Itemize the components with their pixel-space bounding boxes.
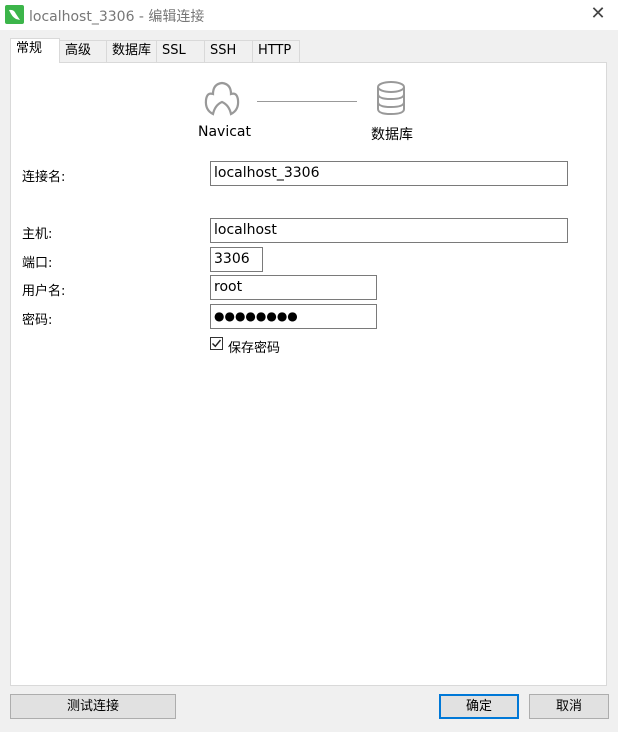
title-bar: localhost_3306 - 编辑连接 ✕ (0, 0, 618, 30)
host-input[interactable]: localhost (210, 218, 568, 243)
close-icon[interactable]: ✕ (586, 2, 610, 26)
general-panel (10, 62, 607, 686)
cancel-button[interactable]: 取消 (529, 694, 609, 719)
ok-button[interactable]: 确定 (439, 694, 519, 719)
user-label: 用户名: (22, 284, 66, 299)
navicat-app-icon (5, 5, 24, 24)
tab-general[interactable]: 常规 (10, 38, 60, 63)
port-input[interactable]: 3306 (210, 247, 263, 272)
conn-name-input[interactable]: localhost_3306 (210, 161, 568, 186)
navicat-icon (204, 81, 240, 116)
save-password-checkbox[interactable] (210, 337, 223, 350)
tab-databases[interactable]: 数据库 (106, 40, 157, 62)
tab-http[interactable]: HTTP (252, 40, 300, 62)
port-label: 端口: (22, 256, 53, 271)
save-password-label[interactable]: 保存密码 (228, 337, 280, 356)
navicat-label: Navicat (198, 124, 251, 140)
window-title: localhost_3306 - 编辑连接 (29, 9, 205, 25)
password-input[interactable]: ●●●●●●●● (210, 304, 377, 329)
password-label: 密码: (22, 313, 53, 328)
connector-line (257, 101, 357, 102)
tab-advanced[interactable]: 高级 (59, 40, 107, 62)
test-connection-button[interactable]: 测试连接 (10, 694, 176, 719)
tab-ssl[interactable]: SSL (156, 40, 205, 62)
username-input[interactable]: root (210, 275, 377, 300)
conn-name-label: 连接名: (22, 170, 66, 185)
host-label: 主机: (22, 227, 53, 242)
database-label: 数据库 (371, 127, 413, 143)
checkmark-icon (212, 339, 222, 348)
database-icon (377, 81, 405, 116)
tab-ssh[interactable]: SSH (204, 40, 253, 62)
